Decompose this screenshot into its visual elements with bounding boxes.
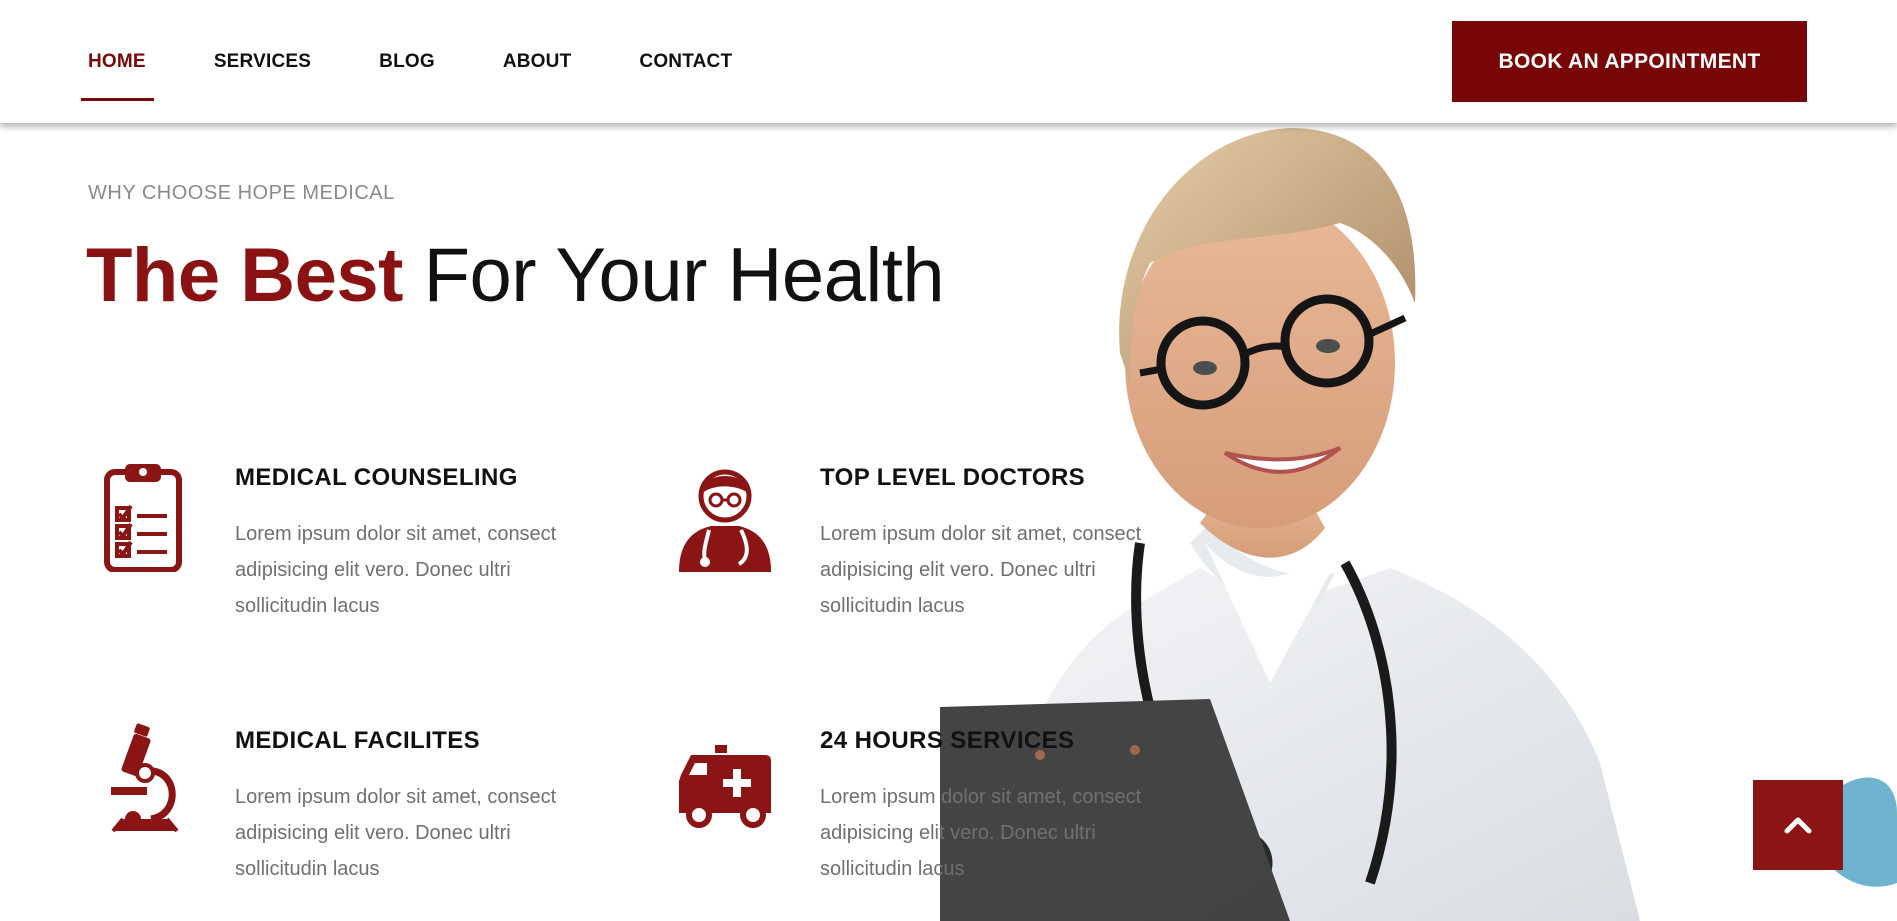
nav-item-services[interactable]: SERVICES [214,0,311,102]
nav-item-blog[interactable]: BLOG [379,0,435,102]
section-eyebrow: WHY CHOOSE HOPE MEDICAL [88,182,395,204]
chevron-up-icon [1784,817,1812,834]
ambulance-icon [679,745,771,828]
feature-text: Lorem ipsum dolor sit amet, consect adip… [820,523,1142,617]
feature-text: Lorem ipsum dolor sit amet, consect adip… [235,786,557,880]
book-appointment-button[interactable]: BOOK AN APPOINTMENT [1452,21,1807,102]
section-headline: The Best For Your Health [86,230,945,322]
nav-item-home[interactable]: HOME [81,0,154,102]
nav-item-contact[interactable]: CONTACT [639,0,732,102]
headline-rest: For Your Health [423,233,945,318]
site-header: HOME SERVICES BLOG ABOUT CONTACT BOOK AN… [0,0,1897,123]
doctor-icon [679,469,771,572]
microscope-icon [111,723,179,833]
nav-item-about[interactable]: ABOUT [503,0,572,102]
feature-title: 24 HOURS SERVICES [820,727,1075,754]
feature-text: Lorem ipsum dolor sit amet, consect adip… [820,786,1142,880]
headline-emphasis: The Best [86,233,403,318]
feature-title: MEDICAL FACILITES [235,727,481,754]
clipboard-checklist-icon [104,464,182,572]
feature-title: MEDICAL COUNSELING [235,464,518,491]
scroll-to-top-button[interactable] [1753,780,1843,870]
feature-title: TOP LEVEL DOCTORS [820,464,1086,491]
feature-text: Lorem ipsum dolor sit amet, consect adip… [235,523,557,617]
main-nav: HOME SERVICES BLOG ABOUT CONTACT [81,0,800,123]
